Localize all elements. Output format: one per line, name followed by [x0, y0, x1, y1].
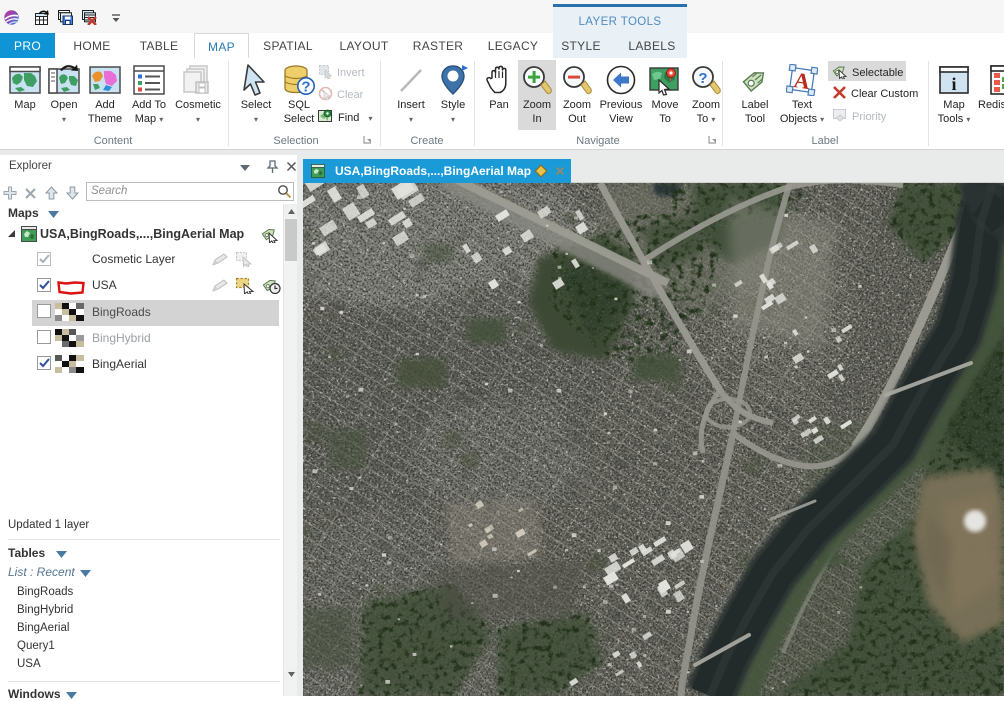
svg-text:?: ?	[301, 79, 310, 96]
svg-text:?: ?	[698, 70, 707, 87]
svg-text:i: i	[951, 74, 956, 94]
